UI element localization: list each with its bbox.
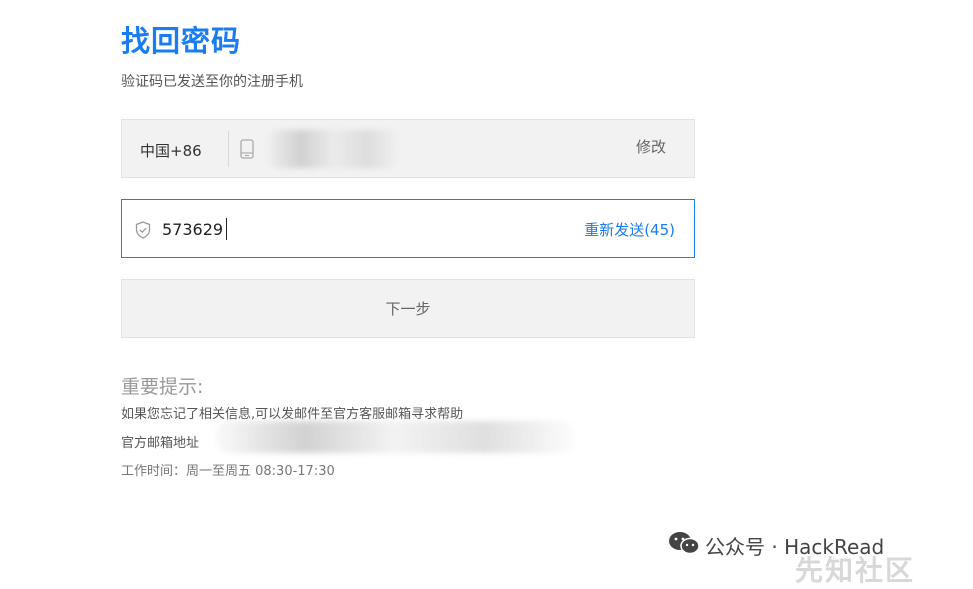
divider [228,131,229,167]
tip-line-contact: 如果您忘记了相关信息,可以发邮件至官方客服邮箱寻求帮助 [121,407,464,422]
page-title: 找回密码 [121,24,242,58]
redacted-phone-number [268,130,400,168]
verification-code-field[interactable]: 重新发送(45) [121,199,695,258]
watermark-community: 先知社区 [795,554,916,587]
tip-line-email: 官方邮箱地址 [121,432,199,451]
wechat-icon [667,530,701,560]
tip-email-label: 官方邮箱地址 [121,436,200,451]
page-subtitle: 验证码已发送至你的注册手机 [121,74,303,90]
verification-code-input[interactable] [162,217,462,241]
resend-code-button[interactable]: 重新发送(45) [584,219,675,240]
phone-icon [240,139,254,163]
modify-link[interactable]: 修改 [636,136,666,157]
redacted-email [216,421,574,453]
next-step-button[interactable]: 下一步 [121,279,695,338]
tips-title: 重要提示: [121,376,204,398]
text-caret [226,218,227,240]
tip-line-hours: 工作时间：周一至周五 08:30-17:30 [121,464,335,479]
country-code: 中国+86 [140,142,202,160]
phone-field: 中国+86 修改 [121,119,695,178]
shield-icon [135,221,151,243]
